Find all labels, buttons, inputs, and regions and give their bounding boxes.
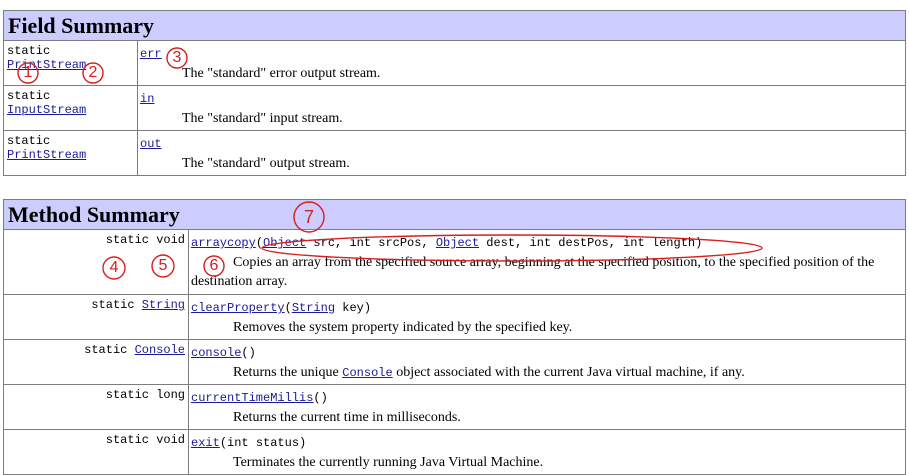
method-name-link-arraycopy[interactable]: arraycopy: [191, 236, 256, 250]
method-modifier: static long: [105, 388, 185, 402]
field-modifier: static: [7, 44, 51, 58]
field-name-link-err[interactable]: err: [140, 47, 162, 61]
method-description: Removes the system property indicated by…: [233, 320, 573, 335]
table-row: static String clearProperty(String key) …: [3, 294, 906, 340]
desc-text: Returns the unique: [233, 365, 343, 380]
annotation-label-2: 2: [88, 64, 98, 81]
table-row: static PrintStream err The "standard" er…: [3, 40, 906, 86]
field-type-link[interactable]: InputStream: [7, 103, 86, 117]
param-type-link[interactable]: String: [292, 301, 335, 315]
method-summary-title: Method Summary: [3, 199, 906, 230]
field-summary-table: Field Summary static PrintStream err The…: [3, 10, 906, 176]
method-name-link-exit[interactable]: exit: [191, 436, 220, 450]
param-text: (int status): [219, 436, 307, 450]
method-modifier: static void: [105, 433, 185, 447]
method-name-link-currenttimemillis[interactable]: currentTimeMillis: [191, 391, 313, 405]
console-class-link[interactable]: Console: [342, 366, 392, 380]
param-text: (): [313, 391, 328, 405]
table-row: static InputStream in The "standard" inp…: [3, 85, 906, 131]
param-text: (): [241, 346, 256, 360]
param-text: key): [335, 301, 372, 315]
method-modifier: static: [84, 343, 135, 357]
method-modifier: static void: [105, 233, 185, 247]
param-paren: (: [255, 236, 264, 250]
method-name-link-clearproperty[interactable]: clearProperty: [191, 301, 285, 315]
annotation-label-3: 3: [172, 49, 182, 66]
field-type-link[interactable]: PrintStream: [7, 148, 86, 162]
table-row: static PrintStream out The "standard" ou…: [3, 130, 906, 176]
field-name-link-in[interactable]: in: [140, 92, 154, 106]
table-row: static void exit(int status) Terminates …: [3, 429, 906, 475]
return-type-link[interactable]: String: [142, 298, 185, 312]
field-modifier: static: [7, 134, 51, 148]
field-description: The "standard" error output stream.: [182, 66, 381, 81]
param-type-link[interactable]: Object: [436, 236, 479, 250]
method-description: Returns the current time in milliseconds…: [233, 410, 461, 425]
table-row: static Console console() Returns the uni…: [3, 339, 906, 385]
param-text: dest, int destPos, int length): [479, 236, 703, 250]
method-description: Copies an array from the specified sourc…: [191, 255, 875, 289]
param-paren: (: [284, 301, 292, 315]
method-description: Returns the unique Console object associ…: [191, 363, 905, 383]
method-description: Terminates the currently running Java Vi…: [233, 455, 544, 470]
annotation-label-6: 6: [209, 257, 219, 274]
param-type-link[interactable]: Object: [263, 236, 306, 250]
method-name-link-console[interactable]: console: [191, 346, 241, 360]
field-modifier: static: [7, 89, 51, 103]
desc-text: object associated with the current Java …: [392, 365, 745, 380]
field-summary-title: Field Summary: [3, 10, 906, 41]
annotation-label-5: 5: [158, 257, 168, 274]
field-name-link-out[interactable]: out: [140, 137, 162, 151]
annotation-label-7: 7: [303, 207, 314, 227]
field-description: The "standard" output stream.: [182, 156, 350, 171]
table-row: static long currentTimeMillis() Returns …: [3, 384, 906, 430]
table-row: static void arraycopy(Object src, int sr…: [3, 229, 906, 295]
field-description: The "standard" input stream.: [182, 111, 343, 126]
method-summary-table: Method Summary static void arraycopy(Obj…: [3, 199, 906, 475]
method-modifier: static: [91, 298, 142, 312]
param-text: src, int srcPos,: [306, 236, 436, 250]
annotation-label-1: 1: [23, 64, 33, 81]
annotation-label-4: 4: [109, 259, 119, 276]
return-type-link[interactable]: Console: [135, 343, 185, 357]
